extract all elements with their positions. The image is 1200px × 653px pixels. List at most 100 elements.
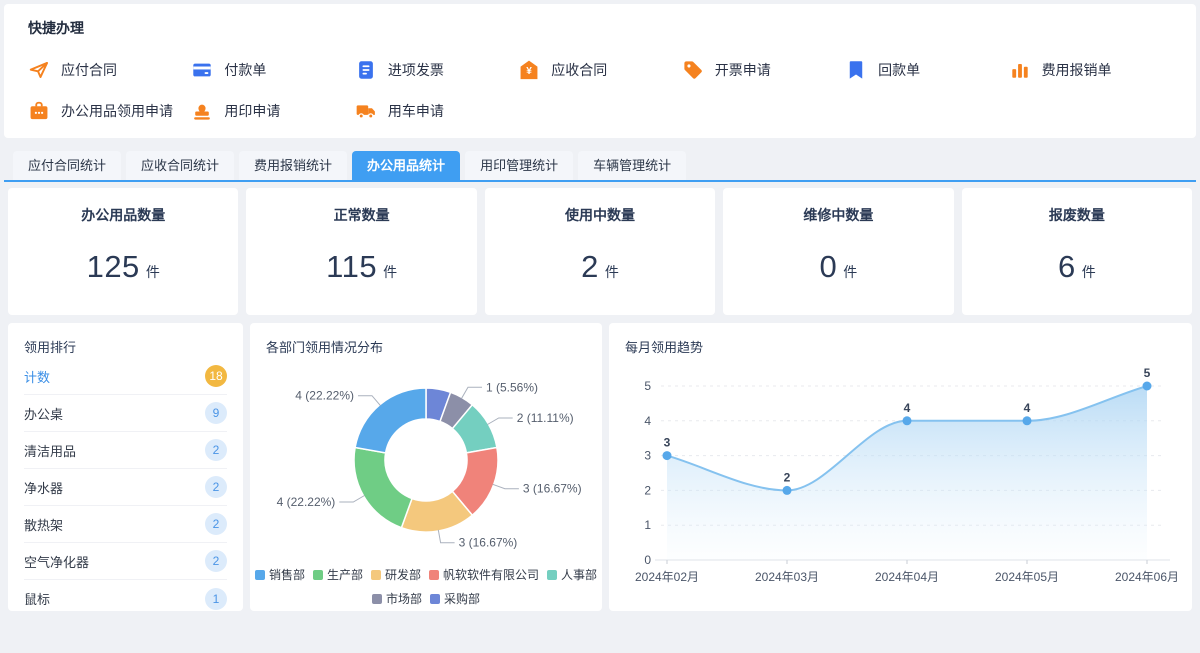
quick-action-seal-request[interactable]: 用印申请: [191, 92, 354, 129]
stat-unit: 件: [1081, 264, 1096, 280]
data-point[interactable]: [782, 485, 792, 495]
legend-swatch-icon: [370, 569, 381, 580]
monthly-trend-panel: 每月领用趋势 0 1 2 3 4 5 2024年02月 2024年03月 2024年04月 202…: [609, 323, 1192, 611]
quick-actions-panel: 快捷办理 应付合同 付款单 进项发票 ¥ 应收合同 开票申请 回款单 费用报销单…: [4, 4, 1196, 138]
data-point[interactable]: [662, 451, 672, 461]
rank-row-water-purifier[interactable]: 净水器 2: [24, 469, 227, 506]
rank-row-label: 空气净化器: [24, 554, 90, 570]
tag-icon: [682, 59, 704, 81]
stat-value: 0: [819, 249, 838, 284]
data-point-label: 2: [784, 470, 791, 484]
stat-label: 正常数量: [333, 207, 390, 223]
x-tick-label: 2024年03月: [755, 570, 819, 584]
y-tick-label: 5: [644, 379, 651, 393]
quick-action-label: 付款单: [224, 61, 267, 78]
stat-label: 使用中数量: [565, 207, 636, 223]
donut-slice[interactable]: [353, 446, 413, 529]
legend-item[interactable]: 采购部: [430, 590, 480, 607]
data-point[interactable]: [1022, 416, 1032, 426]
legend-item[interactable]: 研发部: [370, 566, 421, 583]
quick-action-office-supply-request[interactable]: 办公用品领用申请: [28, 92, 191, 129]
svg-text:¥: ¥: [526, 66, 532, 77]
rank-row-badge: 2: [205, 476, 227, 498]
legend-item[interactable]: 销售部: [254, 566, 305, 583]
quick-action-invoicing-request[interactable]: 开票申请: [682, 51, 845, 88]
data-point-label: 4: [1024, 401, 1031, 415]
quick-action-input-invoice[interactable]: 进项发票: [355, 51, 518, 88]
rank-row-label: 鼠标: [24, 592, 51, 607]
y-tick-label: 4: [644, 414, 651, 428]
quick-action-label: 用印申请: [224, 102, 281, 119]
legend-item[interactable]: 帆软软件有限公司: [429, 566, 539, 583]
x-tick-label: 2024年06月: [1115, 570, 1179, 584]
rank-list: 计数 18 办公桌 9 清洁用品 2 净水器 2 散热架 2 空气净化器 2 鼠…: [24, 358, 227, 611]
legend-label: 市场部: [385, 592, 422, 606]
quick-action-payment-slip[interactable]: 付款单: [191, 51, 354, 88]
y-tick-label: 2: [644, 483, 651, 497]
quick-action-vehicle-request[interactable]: 用车申请: [355, 92, 518, 129]
legend-label: 人事部: [561, 568, 598, 582]
rank-row-desk[interactable]: 办公桌 9: [24, 395, 227, 432]
stat-value: 2: [581, 249, 599, 284]
donut-label-line: [492, 483, 519, 490]
stat-card-total: 办公用品数量 125 件: [8, 188, 239, 315]
stat-unit: 件: [843, 264, 858, 280]
x-tick-label: 2024年04月: [875, 570, 939, 584]
y-tick-label: 1: [644, 518, 651, 532]
legend-item[interactable]: 生产部: [312, 566, 363, 583]
donut-slice[interactable]: [354, 387, 427, 454]
data-point-label: 5: [1144, 366, 1151, 380]
quick-action-payable-contract[interactable]: 应付合同: [28, 51, 191, 88]
legend-item[interactable]: 人事部: [547, 566, 597, 583]
stat-unit: 件: [604, 264, 619, 280]
send-icon: [28, 59, 50, 81]
quick-actions-grid: 应付合同 付款单 进项发票 ¥ 应收合同 开票申请 回款单 费用报销单 办公用品…: [28, 51, 1172, 129]
stats-tabbar: 应付合同统计 应收合同统计 费用报销统计 办公用品统计 用印管理统计 车辆管理统…: [4, 151, 1196, 182]
rank-row-label: 计数: [24, 369, 51, 385]
tab-expense-stats[interactable]: 费用报销统计: [239, 151, 348, 180]
donut-label: 2 (11.11%): [517, 411, 574, 425]
monthly-trend-chart[interactable]: 0123452024年02月 2024年03月 2024年04月 2024年05月 20…: [625, 364, 1184, 604]
y-tick-label: 3: [644, 449, 651, 463]
data-point-label: 4: [904, 401, 911, 415]
rank-row-label: 办公桌: [24, 406, 64, 422]
tab-vehicle-management-stats[interactable]: 车辆管理统计: [578, 151, 687, 180]
department-donut-chart[interactable]: 1 (5.56%) 2 (11.11%) 3 (16.67%) 3 (16.67%) 4…: [250, 356, 602, 564]
stat-card-normal: 正常数量 115 件: [246, 188, 477, 315]
data-point[interactable]: [1142, 381, 1152, 391]
bar-chart-icon: [1009, 59, 1031, 81]
quick-action-expense-report[interactable]: 费用报销单: [1009, 51, 1172, 88]
legend-label: 研发部: [384, 568, 421, 582]
rank-row-mouse[interactable]: 鼠标 1: [24, 580, 227, 611]
invoice-doc-icon: [355, 59, 377, 81]
rank-row-cleaning[interactable]: 清洁用品 2: [24, 432, 227, 469]
legend-swatch-icon: [430, 593, 440, 604]
rank-row-cooling-rack[interactable]: 散热架 2: [24, 506, 227, 543]
tab-receivable-contract-stats[interactable]: 应收合同统计: [126, 151, 235, 180]
rank-row-air-purifier[interactable]: 空气净化器 2: [24, 543, 227, 580]
legend-swatch-icon: [371, 593, 382, 604]
donut-title: 各部门领用情况分布: [266, 340, 384, 355]
quick-action-collection-slip[interactable]: 回款单: [845, 51, 1008, 88]
legend-item[interactable]: 市场部: [371, 590, 422, 607]
tab-office-supply-stats[interactable]: 办公用品统计: [352, 151, 461, 180]
donut-label-line: [437, 529, 455, 544]
donut-label-line: [461, 386, 482, 399]
legend-swatch-icon: [547, 569, 558, 580]
tab-payable-contract-stats[interactable]: 应付合同统计: [13, 151, 122, 180]
legend-swatch-icon: [312, 569, 323, 580]
quick-action-label: 应收合同: [551, 61, 608, 78]
quick-action-label: 办公用品领用申请: [61, 102, 173, 119]
x-tick-label: 2024年05月: [995, 570, 1059, 584]
stat-unit: 件: [145, 264, 160, 280]
rank-row-count[interactable]: 计数 18: [24, 358, 227, 395]
quick-action-receivable-contract[interactable]: ¥ 应收合同: [518, 51, 681, 88]
data-point[interactable]: [902, 416, 912, 426]
rank-panel: 领用排行 计数 18 办公桌 9 清洁用品 2 净水器 2 散热架 2 空气净化…: [8, 323, 243, 611]
stat-card-in-use: 使用中数量 2件: [484, 188, 716, 315]
rank-row-badge: 2: [205, 513, 227, 535]
tab-seal-management-stats[interactable]: 用印管理统计: [465, 151, 574, 180]
donut-label-line: [487, 417, 513, 425]
data-point-label: 3: [664, 436, 671, 450]
rank-row-badge: 2: [205, 439, 227, 461]
